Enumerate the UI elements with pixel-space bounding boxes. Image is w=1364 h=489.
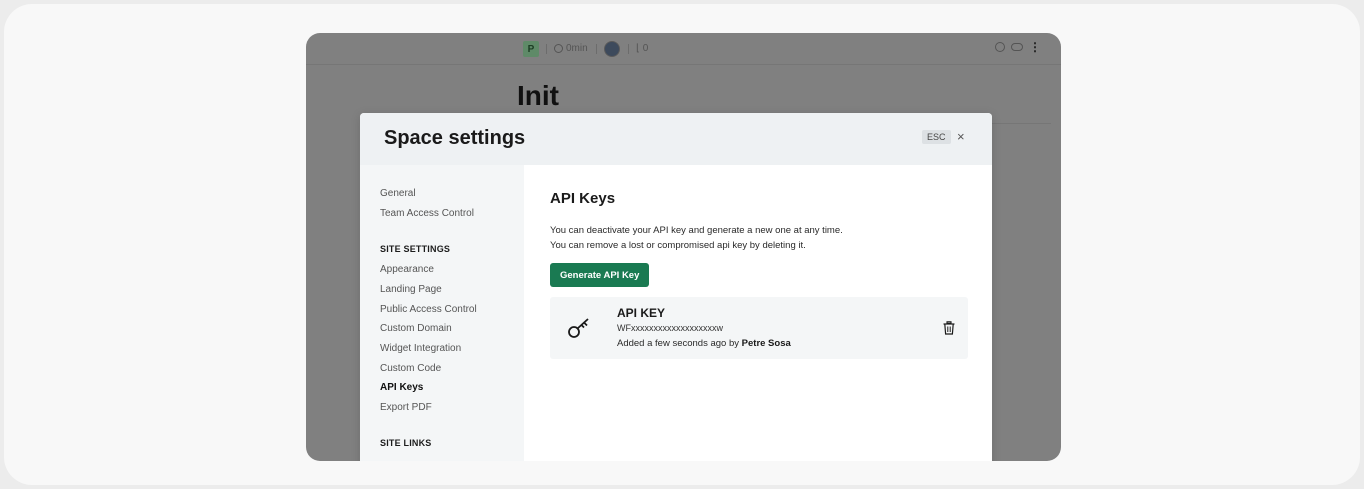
- section-site-settings: SITE SETTINGS: [380, 244, 451, 254]
- api-key-added-info: Added a few seconds ago by Petre Sosa: [617, 338, 791, 349]
- description-line: You can remove a lost or compromised api…: [550, 240, 806, 251]
- sidebar-item-widget-integration[interactable]: Widget Integration: [380, 343, 461, 354]
- added-by-user: Petre Sosa: [741, 338, 791, 349]
- divider: [596, 44, 597, 54]
- sidebar-item-custom-code[interactable]: Custom Code: [380, 363, 441, 374]
- time-value: 0min: [566, 43, 588, 54]
- top-bar: P 0min ⌊ 0 ⋮: [306, 33, 1061, 65]
- added-prefix: Added a few seconds ago by: [617, 338, 742, 349]
- sidebar-item-landing-page[interactable]: Landing Page: [380, 284, 442, 295]
- modal-title: Space settings: [384, 127, 526, 149]
- description-line: You can deactivate your API key and gene…: [550, 225, 843, 236]
- sidebar-item-general[interactable]: General: [380, 188, 416, 199]
- close-icon[interactable]: ×: [957, 129, 965, 144]
- esc-hint: ESC: [922, 130, 951, 144]
- merge-count-value: 0: [642, 43, 649, 54]
- sidebar-item-public-access-control[interactable]: Public Access Control: [380, 304, 477, 315]
- divider: [628, 44, 629, 54]
- topbar-actions: ⋮: [995, 41, 1041, 53]
- api-key-value: WFxxxxxxxxxxxxxxxxxxxw: [617, 323, 723, 333]
- check-circle-icon[interactable]: [995, 42, 1005, 52]
- more-vertical-icon[interactable]: ⋮: [1029, 41, 1041, 53]
- trash-icon[interactable]: [943, 321, 955, 335]
- generate-api-key-button[interactable]: Generate API Key: [550, 263, 650, 287]
- sidebar-item-team-access-control[interactable]: Team Access Control: [380, 208, 474, 219]
- merge-count: ⌊ 0: [636, 43, 649, 54]
- sidebar-item-api-keys[interactable]: API Keys: [380, 382, 423, 393]
- settings-content: API Keys You can deactivate your API key…: [524, 165, 992, 461]
- time-tracker: 0min: [554, 43, 588, 54]
- key-icon: [568, 318, 589, 338]
- app-window: P 0min ⌊ 0 ⋮ Init Space settings ESC × G…: [306, 33, 1061, 461]
- content-title: API Keys: [550, 190, 616, 207]
- user-avatar[interactable]: [604, 41, 620, 57]
- api-key-card: API KEY WFxxxxxxxxxxxxxxxxxxxw Added a f…: [550, 297, 968, 359]
- section-site-links: SITE LINKS: [380, 438, 432, 448]
- page-title: Init: [517, 80, 559, 111]
- clock-icon: [554, 44, 563, 53]
- settings-sidebar: General Team Access Control SITE SETTING…: [360, 165, 524, 461]
- sidebar-item-appearance[interactable]: Appearance: [380, 264, 434, 275]
- space-settings-modal: Space settings ESC × General Team Access…: [360, 113, 992, 461]
- divider: [546, 44, 547, 54]
- project-badge[interactable]: P: [523, 41, 539, 57]
- sidebar-item-custom-domain[interactable]: Custom Domain: [380, 323, 452, 334]
- cloud-icon[interactable]: [1011, 43, 1023, 51]
- sidebar-item-export-pdf[interactable]: Export PDF: [380, 402, 432, 413]
- api-key-title: API KEY: [617, 306, 666, 320]
- modal-header: Space settings ESC ×: [360, 113, 992, 165]
